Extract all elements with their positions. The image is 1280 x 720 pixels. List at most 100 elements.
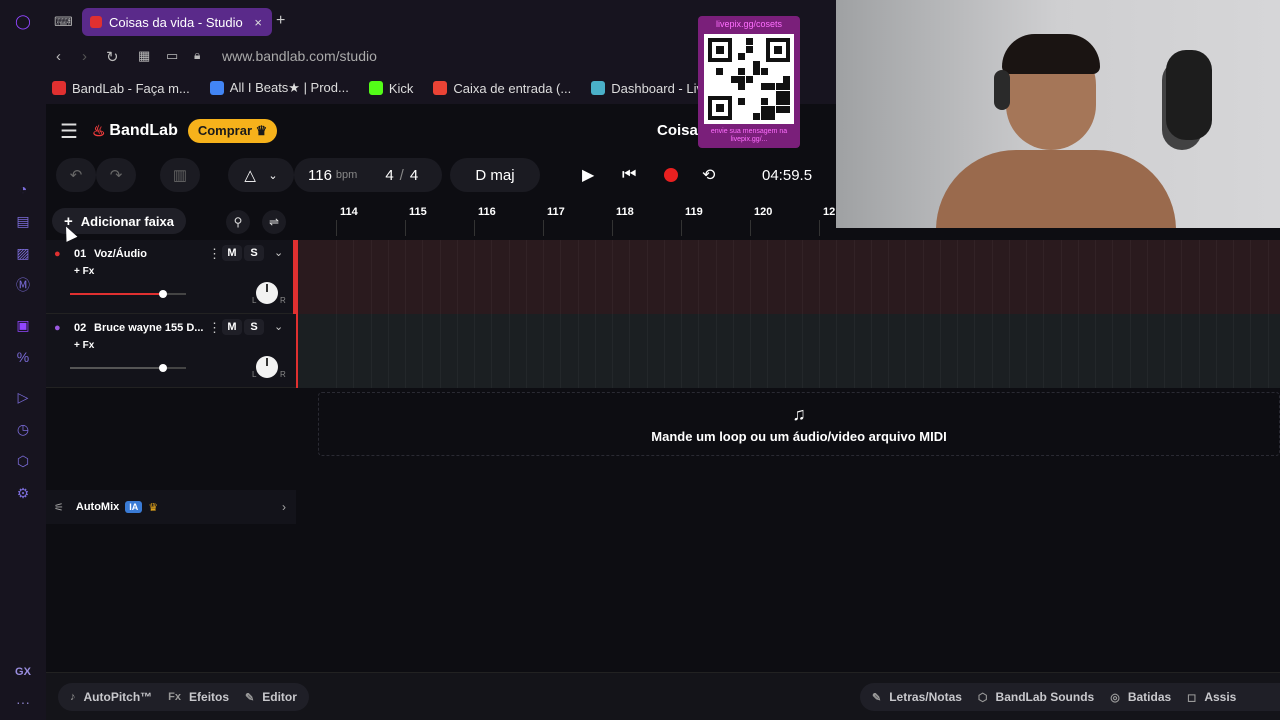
- grid-line: [1164, 314, 1165, 388]
- bottom-bar-item[interactable]: ◻ Assis: [1187, 690, 1236, 704]
- time-sig-den[interactable]: 4: [410, 167, 418, 184]
- grid-line: [1095, 240, 1096, 314]
- percent-icon[interactable]: %: [14, 348, 32, 366]
- drop-zone-text: Mande um loop ou um áudio/video arquivo …: [651, 429, 947, 444]
- key-button[interactable]: D maj: [450, 158, 540, 192]
- aria-icon[interactable]: ◔: [14, 180, 32, 198]
- grid-line: [732, 240, 734, 314]
- messenger-icon[interactable]: Ⓜ: [14, 276, 32, 294]
- track-name[interactable]: Bruce wayne 155 D...: [94, 322, 203, 334]
- automix-panel[interactable]: ⚟ AutoMix IA ♛ ›: [46, 490, 296, 524]
- bookmark-favicon-icon: [368, 81, 383, 95]
- bottom-bar-item[interactable]: ⬡ BandLab Sounds: [978, 690, 1094, 704]
- qr-finder-center: [716, 46, 724, 54]
- track-row[interactable]: ● 02 Bruce wayne 155 D... + Fx ⋮ M S ⌄ L R: [46, 314, 296, 388]
- add-fx-button[interactable]: + Fx: [74, 266, 94, 277]
- volume-knob[interactable]: [158, 364, 167, 372]
- record-button[interactable]: [664, 158, 678, 192]
- grid-line: [1233, 314, 1234, 388]
- buy-button[interactable]: Comprar ♛: [187, 119, 278, 143]
- grid-line: [525, 314, 527, 388]
- solo-button[interactable]: S: [244, 245, 264, 261]
- extensions-icon[interactable]: ⬡: [14, 452, 32, 470]
- add-fx-button[interactable]: + Fx: [74, 340, 94, 351]
- track-name[interactable]: Voz/Áudio: [94, 248, 147, 260]
- pan-knob[interactable]: [256, 282, 278, 304]
- time-sig-sep: /: [399, 166, 404, 184]
- undo-button[interactable]: ↶: [56, 158, 96, 192]
- track-menu-icon[interactable]: ⋮: [208, 320, 221, 336]
- reload-icon[interactable]: ↻: [106, 48, 119, 66]
- grid-line: [594, 314, 596, 388]
- bottom-bar-item[interactable]: ✎ Editor: [245, 690, 297, 704]
- more-icon[interactable]: ···: [16, 694, 30, 710]
- buy-label: Comprar: [197, 123, 253, 138]
- time-sig-num[interactable]: 4: [385, 167, 393, 184]
- pattern-icon[interactable]: ▨: [14, 244, 32, 262]
- twitch-icon[interactable]: ▣: [14, 316, 32, 334]
- grid-line: [543, 240, 544, 314]
- url-field[interactable]: www.bandlab.com/studio: [222, 48, 377, 64]
- track-lane[interactable]: [296, 240, 1280, 314]
- pan-knob[interactable]: [256, 356, 278, 378]
- chevron-right-icon[interactable]: ›: [282, 500, 286, 514]
- solo-button[interactable]: S: [244, 319, 264, 335]
- bottom-right-group: ✎ Letras/Notas ⬡ BandLab Sounds ◎ Batidas ◻ Ass…: [860, 683, 1280, 711]
- bandlab-logo[interactable]: ♨ BandLab: [92, 122, 178, 140]
- settings-icon[interactable]: ⚙: [14, 484, 32, 502]
- drop-zone[interactable]: ♫ Mande um loop ou um áudio/video arquiv…: [318, 392, 1280, 456]
- back-icon[interactable]: ‹: [56, 48, 61, 65]
- pan-left-label: L: [252, 296, 257, 305]
- bookmark-item[interactable]: Kick: [368, 81, 413, 96]
- grid-line: [370, 240, 372, 314]
- wallet-icon[interactable]: ▭: [166, 48, 178, 64]
- new-tab-button[interactable]: +: [276, 12, 285, 30]
- keyboard-button[interactable]: ▥: [160, 158, 200, 192]
- qr-module: [753, 113, 760, 120]
- forward-icon[interactable]: ›: [82, 48, 87, 65]
- player-icon[interactable]: ▷: [14, 388, 32, 406]
- store-icon[interactable]: ▤: [14, 212, 32, 230]
- metronome-button[interactable]: △ ⌄: [228, 158, 294, 192]
- playhead[interactable]: [296, 240, 298, 388]
- bottom-bar-icon: Fx: [168, 691, 182, 703]
- bookmark-item[interactable]: Caixa de entrada (...: [433, 81, 571, 96]
- mute-button[interactable]: M: [222, 245, 242, 261]
- track-lane[interactable]: [296, 314, 1280, 388]
- bottom-bar-item[interactable]: ♪ AutoPitch™: [70, 690, 152, 704]
- grid-line: [629, 240, 631, 314]
- tab-studio[interactable]: Coisas da vida - Studio ×: [82, 8, 272, 36]
- tab-close-icon[interactable]: ×: [254, 15, 262, 30]
- track-row[interactable]: ● 01 Voz/Áudio + Fx ⋮ M S ⌄ L R: [46, 240, 296, 314]
- bottom-bar-item[interactable]: ✎ Letras/Notas: [872, 690, 962, 704]
- bookmark-item[interactable]: All I Beats★ | Prod...: [209, 80, 349, 96]
- tempo-time-display[interactable]: 116 bpm 4 / 4: [294, 158, 442, 192]
- history-icon[interactable]: ◷: [14, 420, 32, 438]
- tab-snapshot-icon[interactable]: ▦: [138, 48, 150, 64]
- tuner-button[interactable]: ⚲: [226, 210, 250, 234]
- play-button[interactable]: ▶: [582, 158, 594, 192]
- grid-line: [1215, 240, 1217, 314]
- bottom-bar-item[interactable]: ◎ Batidas: [1110, 690, 1171, 704]
- volume-slider[interactable]: [70, 290, 186, 298]
- grid-line: [974, 240, 976, 314]
- qr-module: [775, 83, 783, 90]
- track-menu-icon[interactable]: ⋮: [208, 246, 221, 262]
- gx-label[interactable]: GX: [15, 666, 31, 678]
- chevron-down-icon[interactable]: ⌄: [274, 246, 283, 259]
- grid-line: [1026, 240, 1027, 314]
- chevron-down-icon[interactable]: ⌄: [274, 320, 283, 333]
- volume-slider[interactable]: [70, 364, 186, 372]
- mute-button[interactable]: M: [222, 319, 242, 335]
- bookmark-item[interactable]: BandLab - Faça m...: [52, 81, 190, 96]
- redo-button[interactable]: ↷: [96, 158, 136, 192]
- volume-knob[interactable]: [158, 290, 167, 298]
- track-settings-button[interactable]: ⇌: [262, 210, 286, 234]
- tempo-value[interactable]: 116: [308, 167, 332, 184]
- opera-logo-icon[interactable]: ◯: [14, 12, 32, 30]
- gamepad-icon[interactable]: ⌨: [54, 14, 73, 30]
- rewind-button[interactable]: ⏮: [622, 158, 636, 192]
- menu-icon[interactable]: ☰: [60, 119, 78, 144]
- loop-button[interactable]: ⟲: [702, 158, 715, 192]
- bottom-bar-item[interactable]: Fx Efeitos: [168, 690, 229, 704]
